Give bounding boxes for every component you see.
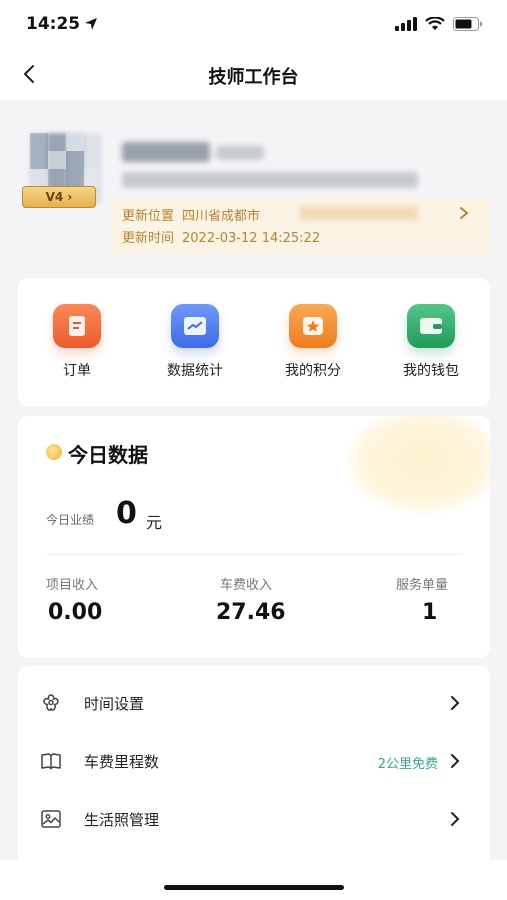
- quick-item-wallet[interactable]: 我的钱包: [372, 278, 490, 406]
- book-icon: [41, 753, 61, 770]
- quick-menu-card: 订单 数据统计 我的积分 我的钱包: [18, 278, 490, 406]
- settings-card: 时间设置 车费里程数 2公里免费 生活照管理: [18, 666, 490, 860]
- stat-label-service-count: 服务单量: [396, 578, 449, 593]
- points-icon: [289, 304, 337, 348]
- stat-value-project-income: 0.00: [48, 600, 103, 625]
- home-indicator[interactable]: [164, 885, 344, 890]
- chevron-right-icon: [451, 754, 460, 768]
- free-mileage-note: 2公里免费: [377, 757, 438, 772]
- update-time-value: 2022-03-12 14:25:22: [182, 231, 321, 246]
- location-update-box[interactable]: 更新位置 四川省成都市 更新时间 2022-03-12 14:25:22: [110, 198, 490, 254]
- order-icon: [53, 304, 101, 348]
- setting-row-mileage[interactable]: 车费里程数 2公里免费: [18, 732, 490, 790]
- chevron-right-icon: [451, 812, 460, 826]
- content-area: V4 › 更新位置 四川省成都市 更新时间 2022-03-12 14:25:22 …: [0, 100, 507, 860]
- setting-label-time: 时间设置: [84, 695, 145, 713]
- performance-label: 今日业绩: [46, 513, 95, 527]
- setting-row-photos[interactable]: 生活照管理: [18, 790, 490, 848]
- quick-item-points[interactable]: 我的积分: [254, 278, 372, 406]
- stat-value-fare-income: 27.46: [216, 600, 286, 625]
- quick-label-wallet: 我的钱包: [403, 363, 459, 379]
- decoration: [344, 416, 490, 516]
- location-arrow-icon: [85, 18, 97, 30]
- image-icon: [41, 810, 61, 828]
- chart-icon: [171, 304, 219, 348]
- blurred-name: [122, 142, 210, 162]
- update-time-row: 更新时间 2022-03-12 14:25:22: [122, 227, 320, 246]
- setting-label-mileage: 车费里程数: [84, 753, 160, 771]
- signal-icon: [395, 17, 417, 31]
- blurred-address: [300, 206, 418, 220]
- coin-icon: [46, 444, 62, 460]
- profile-section: V4 › 更新位置 四川省成都市 更新时间 2022-03-12 14:25:22: [0, 100, 507, 270]
- performance-value: 0: [116, 496, 137, 531]
- quick-item-stats[interactable]: 数据统计: [136, 278, 254, 406]
- setting-label-photos: 生活照管理: [84, 811, 160, 829]
- flower-icon: [43, 694, 59, 711]
- performance-unit: 元: [146, 513, 163, 532]
- chevron-right-icon: [451, 696, 460, 710]
- status-bar: 14:25: [0, 0, 507, 52]
- divider: [46, 554, 462, 555]
- wallet-icon: [407, 304, 455, 348]
- update-location-value: 四川省成都市: [182, 209, 261, 224]
- chevron-right-icon[interactable]: [458, 206, 470, 220]
- quick-label-points: 我的积分: [285, 363, 341, 379]
- battery-icon: [453, 17, 482, 31]
- stat-label-project-income: 项目收入: [46, 578, 99, 593]
- blurred-id: [216, 146, 264, 160]
- quick-label-orders: 订单: [63, 363, 91, 379]
- page-title: 技师工作台: [208, 67, 299, 88]
- stat-value-service-count: 1: [422, 600, 438, 625]
- update-location-label: 更新位置: [122, 209, 175, 224]
- update-time-label: 更新时间: [122, 231, 175, 246]
- blurred-info: [122, 172, 418, 188]
- today-data-card: 今日数据 今日业绩 0 元 项目收入 0.00 车费收入 27.46 服务单量 …: [18, 416, 490, 658]
- quick-label-stats: 数据统计: [167, 363, 223, 379]
- setting-row-time[interactable]: 时间设置: [18, 674, 490, 732]
- stat-label-fare-income: 车费收入: [220, 578, 273, 593]
- quick-item-orders[interactable]: 订单: [18, 278, 136, 406]
- today-title: 今日数据: [68, 443, 148, 467]
- nav-bar: 技师工作台: [0, 52, 507, 98]
- status-time: 14:25: [26, 14, 81, 34]
- level-badge[interactable]: V4 ›: [22, 186, 96, 208]
- status-indicators: [395, 17, 483, 31]
- wifi-icon: [425, 17, 445, 30]
- update-location-row: 更新位置 四川省成都市: [122, 205, 260, 224]
